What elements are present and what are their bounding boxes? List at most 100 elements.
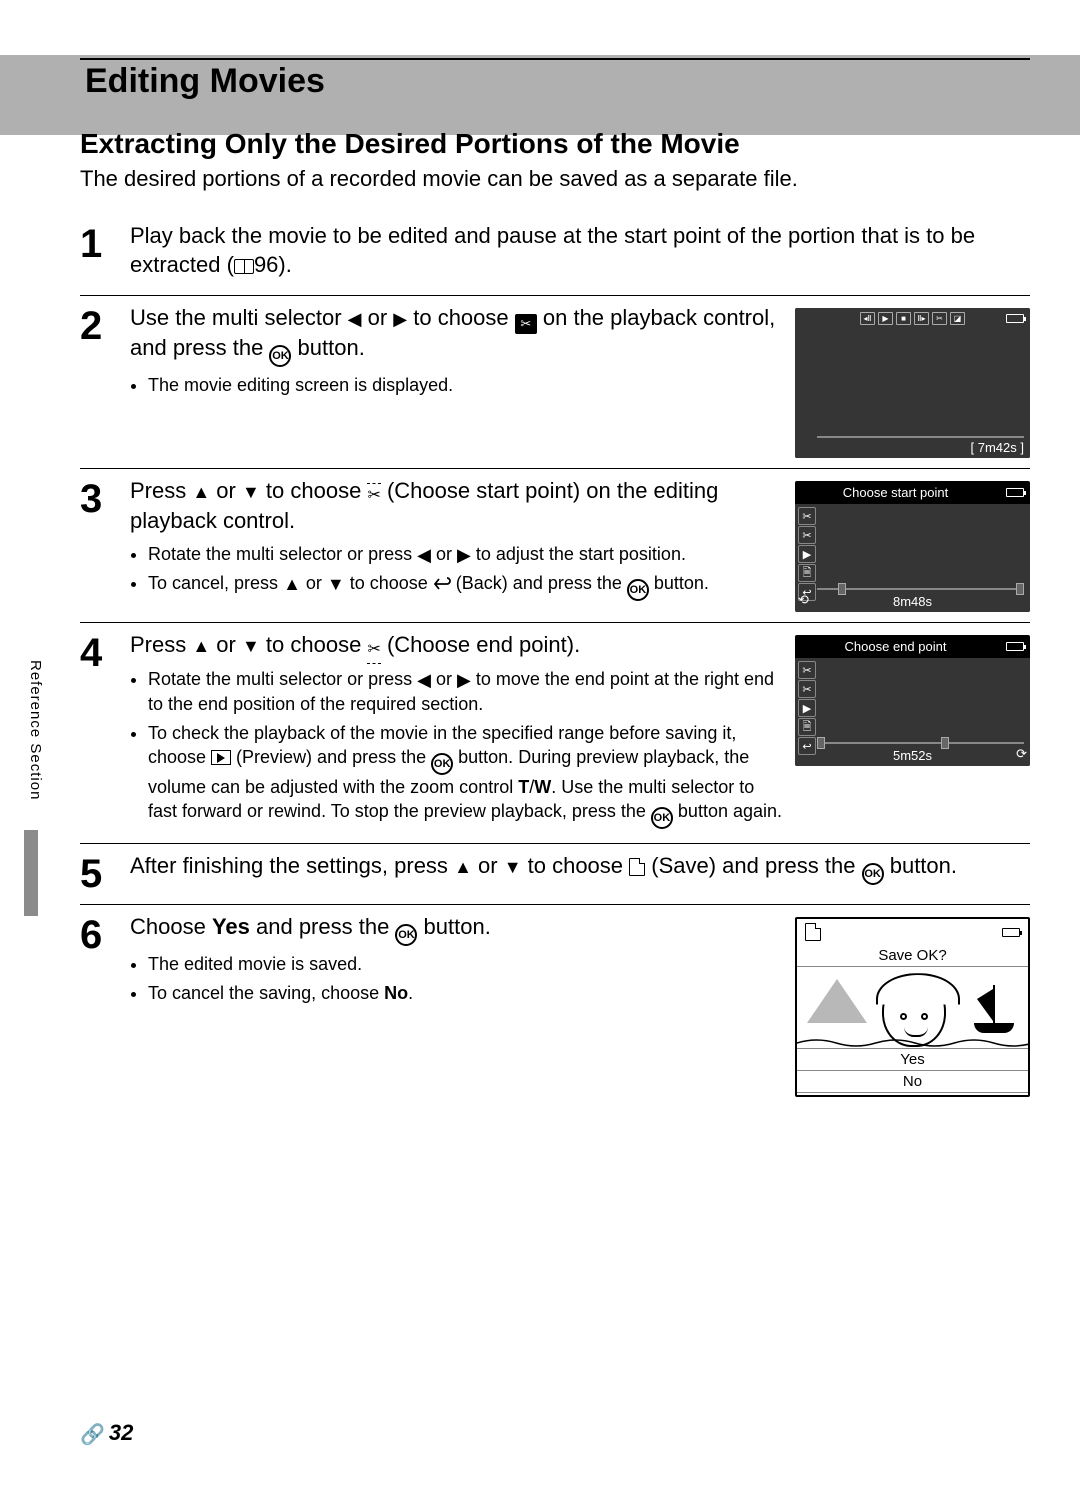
step-main: Choose Yes and press the OK button. (130, 913, 785, 946)
bullet: The edited movie is saved. (148, 952, 785, 976)
reference-link-icon: 🔗 (80, 1422, 105, 1447)
down-arrow-icon: ▼ (242, 481, 260, 504)
step-main: Press ▲ or ▼ to choose ✂ (Choose start p… (130, 477, 785, 535)
battery-icon (1006, 314, 1024, 323)
save-icon: 🗎 (798, 564, 816, 582)
stop-icon: ■ (896, 312, 911, 325)
side-marker (24, 830, 38, 916)
step: 5 After finishing the settings, press ▲ … (80, 844, 1030, 905)
timestamp: 5m52s (795, 748, 1030, 763)
bullet: To cancel, press ▲ or ▼ to choose (Back)… (148, 571, 785, 601)
dialog-illustration (797, 966, 1028, 1048)
up-arrow-icon: ▲ (192, 481, 210, 504)
manual-ref-icon (234, 259, 254, 274)
step-main: Press ▲ or ▼ to choose ✂ (Choose end poi… (130, 631, 785, 661)
step-bullets: Rotate the multi selector or press ◀ or … (148, 542, 785, 601)
step-main: Play back the movie to be edited and pau… (130, 222, 1030, 279)
step-number: 6 (80, 913, 116, 1097)
ff-icon: Ⅱ▸ (914, 312, 929, 325)
right-arrow-icon: ▶ (393, 308, 407, 331)
intro-text: The desired portions of a recorded movie… (80, 166, 1030, 192)
step: 2 Use the multi selector ◀ or ▶ to choos… (80, 296, 1030, 469)
rewind-icon: ◂Ⅱ (860, 312, 875, 325)
bullet: To check the playback of the movie in th… (148, 721, 785, 830)
battery-icon (1006, 488, 1024, 497)
left-arrow-icon: ◀ (417, 668, 431, 692)
page-number: 32 (109, 1420, 133, 1446)
bullet: Rotate the multi selector or press ◀ or … (148, 542, 785, 567)
battery-icon (1002, 928, 1020, 937)
screenshot-end-point: Choose end point ✂ ✂ ▶ 🗎 ↩ (795, 635, 1030, 833)
right-arrow-icon: ▶ (457, 668, 471, 692)
left-arrow-icon: ◀ (417, 543, 431, 567)
timeline (817, 742, 1024, 744)
screenshot-playback: ◂Ⅱ ▶ ■ Ⅱ▸ ✂ ◪ [ 7m42s ] (795, 308, 1030, 458)
dialog-option-no[interactable]: No (797, 1071, 1028, 1093)
choose-start-icon: ✂ (367, 486, 380, 507)
text-bold: Yes (212, 914, 250, 939)
start-icon: ✂ (798, 661, 816, 679)
text: and press the (250, 914, 396, 939)
edit-side-icons: ✂ ✂ ▶ 🗎 ↩ (798, 661, 816, 755)
save-frame-icon: ◪ (950, 312, 965, 325)
dialog-option-yes[interactable]: Yes (797, 1049, 1028, 1071)
preview-icon (211, 750, 231, 765)
ok-button-icon: OK (862, 863, 884, 885)
cut-icon: ✂ (932, 312, 947, 325)
bullet: The movie editing screen is displayed. (148, 373, 785, 397)
mini-title: Choose end point (795, 639, 1000, 654)
up-arrow-icon: ▲ (454, 856, 472, 879)
header-divider (80, 58, 1030, 60)
step-number: 5 (80, 852, 116, 894)
save-icon (805, 923, 821, 941)
choose-end-icon: ✂ (367, 640, 380, 661)
step-bullets: The movie editing screen is displayed. (148, 373, 785, 397)
step-main: After finishing the settings, press ▲ or… (130, 852, 1030, 885)
step-number: 1 (80, 222, 116, 285)
ref-number: 96 (254, 252, 278, 277)
step: 6 Choose Yes and press the OK button. Th… (80, 905, 1030, 1107)
mini-title: Choose start point (795, 485, 1000, 500)
left-arrow-icon: ◀ (348, 308, 362, 331)
step-number: 4 (80, 631, 116, 833)
text: Choose (130, 914, 212, 939)
down-arrow-icon: ▼ (504, 856, 522, 879)
step-number: 2 (80, 304, 116, 458)
step-main: Use the multi selector ◀ or ▶ to choose … (130, 304, 785, 367)
page-title: Editing Movies (85, 62, 325, 101)
edit-side-icons: ✂ ✂ ▶ 🗎 ↩ (798, 507, 816, 601)
timestamp: [ 7m42s ] (971, 440, 1025, 455)
ok-button-icon: OK (651, 807, 673, 829)
step: 4 Press ▲ or ▼ to choose ✂ (Choose end p… (80, 623, 1030, 844)
back-icon (433, 573, 451, 587)
screenshot-start-point: Choose start point ✂ ✂ ▶ 🗎 ↩ (795, 481, 1030, 612)
play-icon: ▶ (878, 312, 893, 325)
preview-icon: ▶ (798, 545, 816, 563)
text: button. (417, 914, 490, 939)
step-bullets: Rotate the multi selector or press ◀ or … (148, 667, 785, 829)
down-arrow-icon: ▼ (242, 635, 260, 658)
steps-list: 1 Play back the movie to be edited and p… (80, 214, 1030, 1107)
ok-button-icon: OK (431, 753, 453, 775)
content-area: Extracting Only the Desired Portions of … (80, 128, 1030, 1107)
step: 3 Press ▲ or ▼ to choose ✂ (Choose start… (80, 469, 1030, 623)
ok-button-icon: OK (627, 579, 649, 601)
up-arrow-icon: ▲ (283, 572, 301, 596)
timeline (817, 588, 1024, 590)
ok-button-icon: OK (395, 924, 417, 946)
end-icon: ✂ (798, 680, 816, 698)
side-tab-label: Reference Section (27, 660, 44, 800)
timestamp: 8m48s (795, 594, 1030, 609)
down-arrow-icon: ▼ (327, 572, 345, 596)
preview-icon: ▶ (798, 699, 816, 717)
dialog-title: Save OK? (797, 945, 1028, 966)
start-icon: ✂ (798, 507, 816, 525)
end-icon: ✂ (798, 526, 816, 544)
screenshot-save-dialog: Save OK? Yes No (795, 917, 1030, 1097)
step: 1 Play back the movie to be edited and p… (80, 214, 1030, 296)
bullet: To cancel the saving, choose No. (148, 981, 785, 1005)
save-icon: 🗎 (798, 718, 816, 736)
battery-icon (1006, 642, 1024, 651)
right-arrow-icon: ▶ (457, 543, 471, 567)
scissor-icon: ✂ (515, 314, 537, 334)
